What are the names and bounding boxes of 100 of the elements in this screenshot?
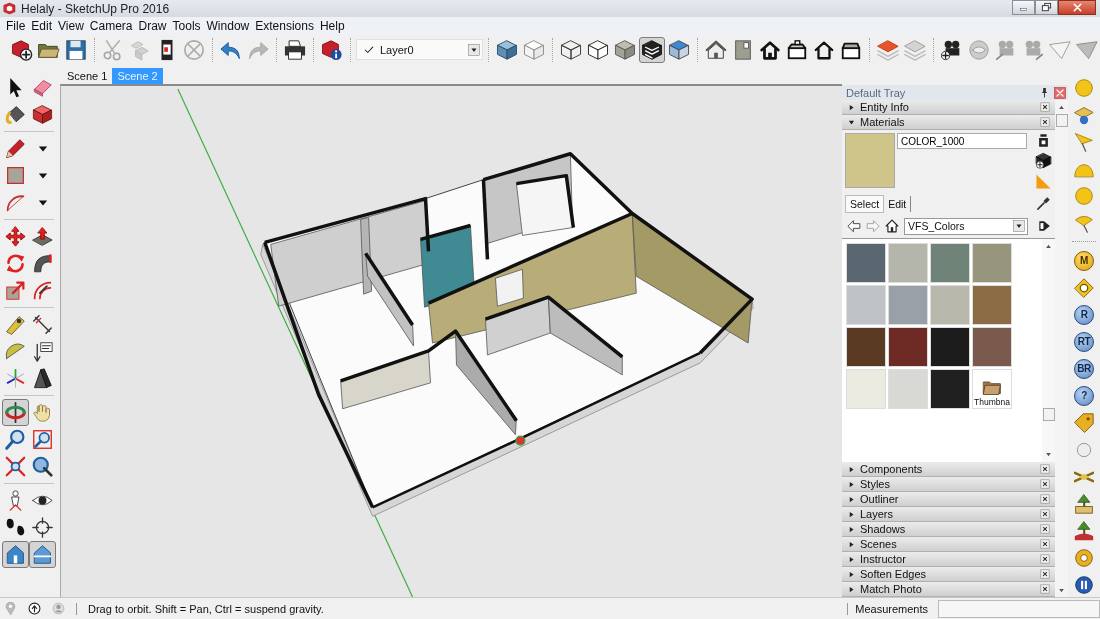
panel-header[interactable]: Soften Edges	[842, 567, 1055, 582]
menu-item[interactable]: View	[55, 19, 87, 33]
material-swatch[interactable]	[930, 243, 970, 283]
library-dropdown[interactable]: VFS_Colors	[904, 217, 1028, 235]
arrow-circle-icon[interactable]	[28, 602, 41, 615]
panel-title: Materials	[860, 116, 906, 128]
scale-icon	[5, 280, 26, 301]
check-icon	[364, 44, 374, 55]
material-swatch[interactable]	[930, 369, 970, 409]
close-icon	[1071, 2, 1083, 13]
panel-header[interactable]: Outliner	[842, 492, 1055, 507]
panel-header[interactable]: Layers	[842, 507, 1055, 522]
eyedropper-icon[interactable]	[1036, 196, 1051, 211]
measurements-field[interactable]	[938, 599, 1100, 618]
scrollbar-thumb[interactable]	[1042, 408, 1055, 421]
material-name-field[interactable]: COLOR_1000	[897, 133, 1027, 149]
menu-item[interactable]: Extensions	[252, 19, 317, 33]
scrollbar[interactable]	[1042, 239, 1055, 462]
panel-header[interactable]: Match Photo	[842, 582, 1055, 597]
axes-icon	[5, 368, 26, 389]
scrollbar[interactable]	[1055, 100, 1068, 597]
tool-button[interactable]	[2, 541, 29, 568]
plugin-button[interactable]: ?	[1074, 385, 1094, 406]
flag-icon	[1074, 131, 1094, 152]
orbit-icon	[5, 402, 26, 423]
material-swatch[interactable]	[888, 243, 928, 283]
material-swatch[interactable]	[888, 285, 928, 325]
toolbar-button[interactable]	[639, 36, 665, 63]
menu-item[interactable]: Edit	[28, 19, 56, 33]
offset-icon	[32, 280, 53, 301]
scene-tab[interactable]: Scene 1	[62, 68, 113, 84]
model-viewport[interactable]	[60, 84, 842, 597]
menu-item[interactable]: Draw	[135, 19, 170, 33]
menu-item[interactable]: Camera	[86, 19, 136, 33]
material-swatch[interactable]	[930, 285, 970, 325]
menu-item[interactable]: Tools	[169, 19, 204, 33]
pencil-icon	[5, 138, 26, 159]
left-arrow-icon[interactable]	[847, 219, 861, 233]
tool-button[interactable]	[2, 223, 29, 250]
plugin-button[interactable]: RT	[1074, 331, 1094, 352]
scroll-down-icon[interactable]	[1045, 451, 1052, 458]
panel-header[interactable]: Materials	[842, 115, 1055, 130]
material-tab[interactable]: Edit	[884, 195, 912, 212]
panel-header[interactable]: Components	[842, 462, 1055, 477]
close-icon[interactable]	[1040, 509, 1050, 519]
material-swatch[interactable]	[846, 327, 886, 367]
cube-plus-icon[interactable]	[1035, 152, 1052, 169]
sphere-icon	[1074, 77, 1094, 98]
material-thumbnail[interactable]: Thumbna	[972, 369, 1012, 409]
close-icon[interactable]	[1040, 117, 1050, 127]
material-swatch[interactable]	[972, 327, 1012, 367]
close-icon[interactable]	[1040, 539, 1050, 549]
home-icon[interactable]	[885, 219, 899, 233]
scrollbar-thumb[interactable]	[1055, 114, 1068, 127]
pin-icon[interactable]	[1039, 87, 1050, 98]
chimney-house-icon	[786, 38, 808, 61]
restore-button[interactable]	[1035, 0, 1058, 15]
material-swatch[interactable]	[888, 327, 928, 367]
measurements-label: Measurements	[855, 602, 928, 615]
material-swatch[interactable]	[972, 285, 1012, 325]
dimension-icon	[32, 314, 53, 335]
material-swatch[interactable]	[846, 285, 886, 325]
menu-item[interactable]: Help	[316, 19, 348, 33]
close-icon[interactable]	[1040, 464, 1050, 474]
close-icon[interactable]	[1040, 494, 1050, 504]
scroll-up-icon[interactable]	[1045, 243, 1052, 250]
plugin-button[interactable]: BR	[1074, 358, 1094, 379]
door-box-icon	[732, 38, 754, 61]
close-icon[interactable]	[1040, 479, 1050, 489]
material-swatch[interactable]	[846, 243, 886, 283]
tool-button[interactable]	[29, 514, 56, 541]
prism-icon	[32, 368, 53, 389]
close-icon[interactable]	[1040, 554, 1050, 564]
menu-item[interactable]: Window	[203, 19, 253, 33]
close-icon[interactable]	[1040, 584, 1050, 594]
material-swatch[interactable]	[888, 369, 928, 409]
plugin-button[interactable]: M	[1074, 250, 1094, 271]
menu-item[interactable]: File	[3, 19, 29, 33]
close-icon[interactable]	[1040, 569, 1050, 579]
material-swatch[interactable]	[972, 243, 1012, 283]
eraser-icon	[32, 77, 53, 98]
arrow-box-icon[interactable]	[1037, 219, 1051, 233]
close-icon[interactable]	[1040, 524, 1050, 534]
close-icon[interactable]	[1040, 102, 1050, 112]
panel-header[interactable]: Entity Info	[842, 100, 1055, 115]
layer-dropdown[interactable]: Layer0	[356, 39, 483, 60]
panel-header[interactable]: Shadows	[842, 522, 1055, 537]
plugin-button[interactable]: R	[1074, 304, 1094, 325]
rotate-arrows-icon	[5, 253, 26, 274]
panel-header[interactable]: Instructor	[842, 552, 1055, 567]
close-button[interactable]	[1058, 0, 1096, 15]
bucket-icon[interactable]	[1036, 133, 1051, 148]
material-swatch[interactable]	[930, 327, 970, 367]
panel-header[interactable]: Styles	[842, 477, 1055, 492]
panel-header[interactable]: Scenes	[842, 537, 1055, 552]
tree-block-icon	[1074, 493, 1094, 514]
scroll-up-icon[interactable]	[1058, 104, 1065, 111]
material-swatch[interactable]	[846, 369, 886, 409]
material-tab[interactable]: Select	[845, 194, 885, 213]
scroll-down-icon[interactable]	[1058, 587, 1065, 594]
